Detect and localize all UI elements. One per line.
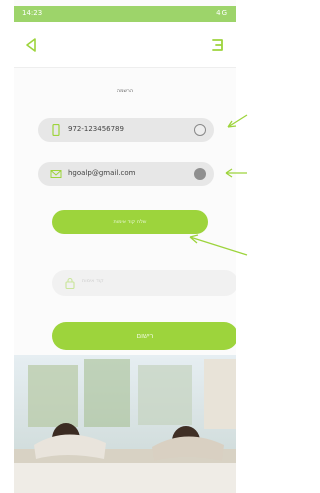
menu-icon[interactable]	[210, 37, 226, 53]
app-header	[14, 22, 236, 68]
back-arrow-icon[interactable]	[24, 37, 40, 53]
phone-value: 972-123456789	[68, 125, 124, 133]
register-button[interactable]: רישום	[52, 322, 236, 350]
code-placeholder: קוד אימות	[82, 278, 104, 284]
email-radio[interactable]	[194, 168, 206, 180]
page-title: הרשמה	[116, 88, 134, 94]
status-time: 14:23	[22, 9, 43, 17]
mail-icon	[50, 170, 62, 178]
email-value: hgoalp@gmail.com	[68, 169, 136, 177]
lock-icon	[65, 277, 75, 289]
status-icons: 4G	[216, 9, 228, 17]
phone-field[interactable]: 972-123456789	[38, 118, 214, 142]
email-field[interactable]: hgoalp@gmail.com	[38, 162, 214, 186]
send-code-button[interactable]: שלח קוד אימות	[52, 210, 208, 234]
phone-radio[interactable]	[194, 124, 206, 136]
couple-relaxing-photo	[14, 355, 236, 493]
verification-code-input[interactable]: קוד אימות	[52, 270, 236, 296]
phone-icon	[52, 124, 60, 136]
app-screen: 14:23 4G הרשמה 972-123456789 hgoalp@gmai…	[14, 0, 236, 493]
status-bar: 14:23 4G	[14, 6, 236, 22]
